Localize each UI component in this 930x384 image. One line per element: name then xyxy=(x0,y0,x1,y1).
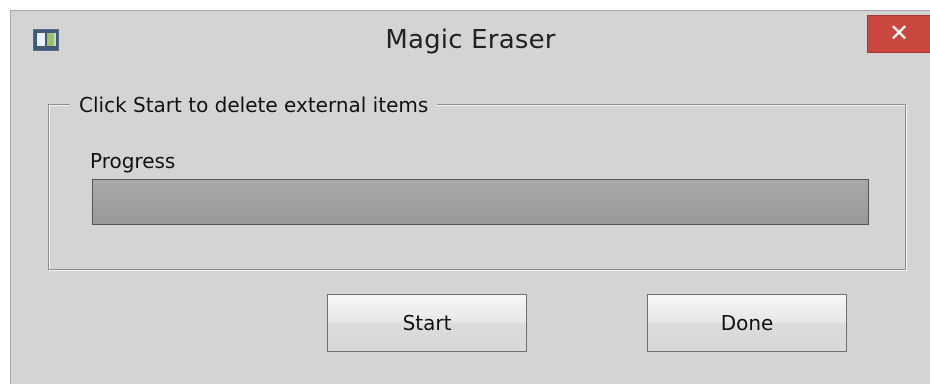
progress-bar xyxy=(92,179,869,225)
start-button[interactable]: Start xyxy=(327,294,527,352)
close-icon: ✕ xyxy=(888,19,910,47)
groupbox-legend: Click Start to delete external items xyxy=(70,94,438,116)
title-bar: Magic Eraser ✕ xyxy=(11,11,930,75)
magic-eraser-window: Magic Eraser ✕ Click Start to delete ext… xyxy=(10,10,930,384)
progress-label: Progress xyxy=(90,149,176,173)
close-button[interactable]: ✕ xyxy=(867,15,930,53)
window-title: Magic Eraser xyxy=(385,25,556,55)
done-button[interactable]: Done xyxy=(647,294,847,352)
